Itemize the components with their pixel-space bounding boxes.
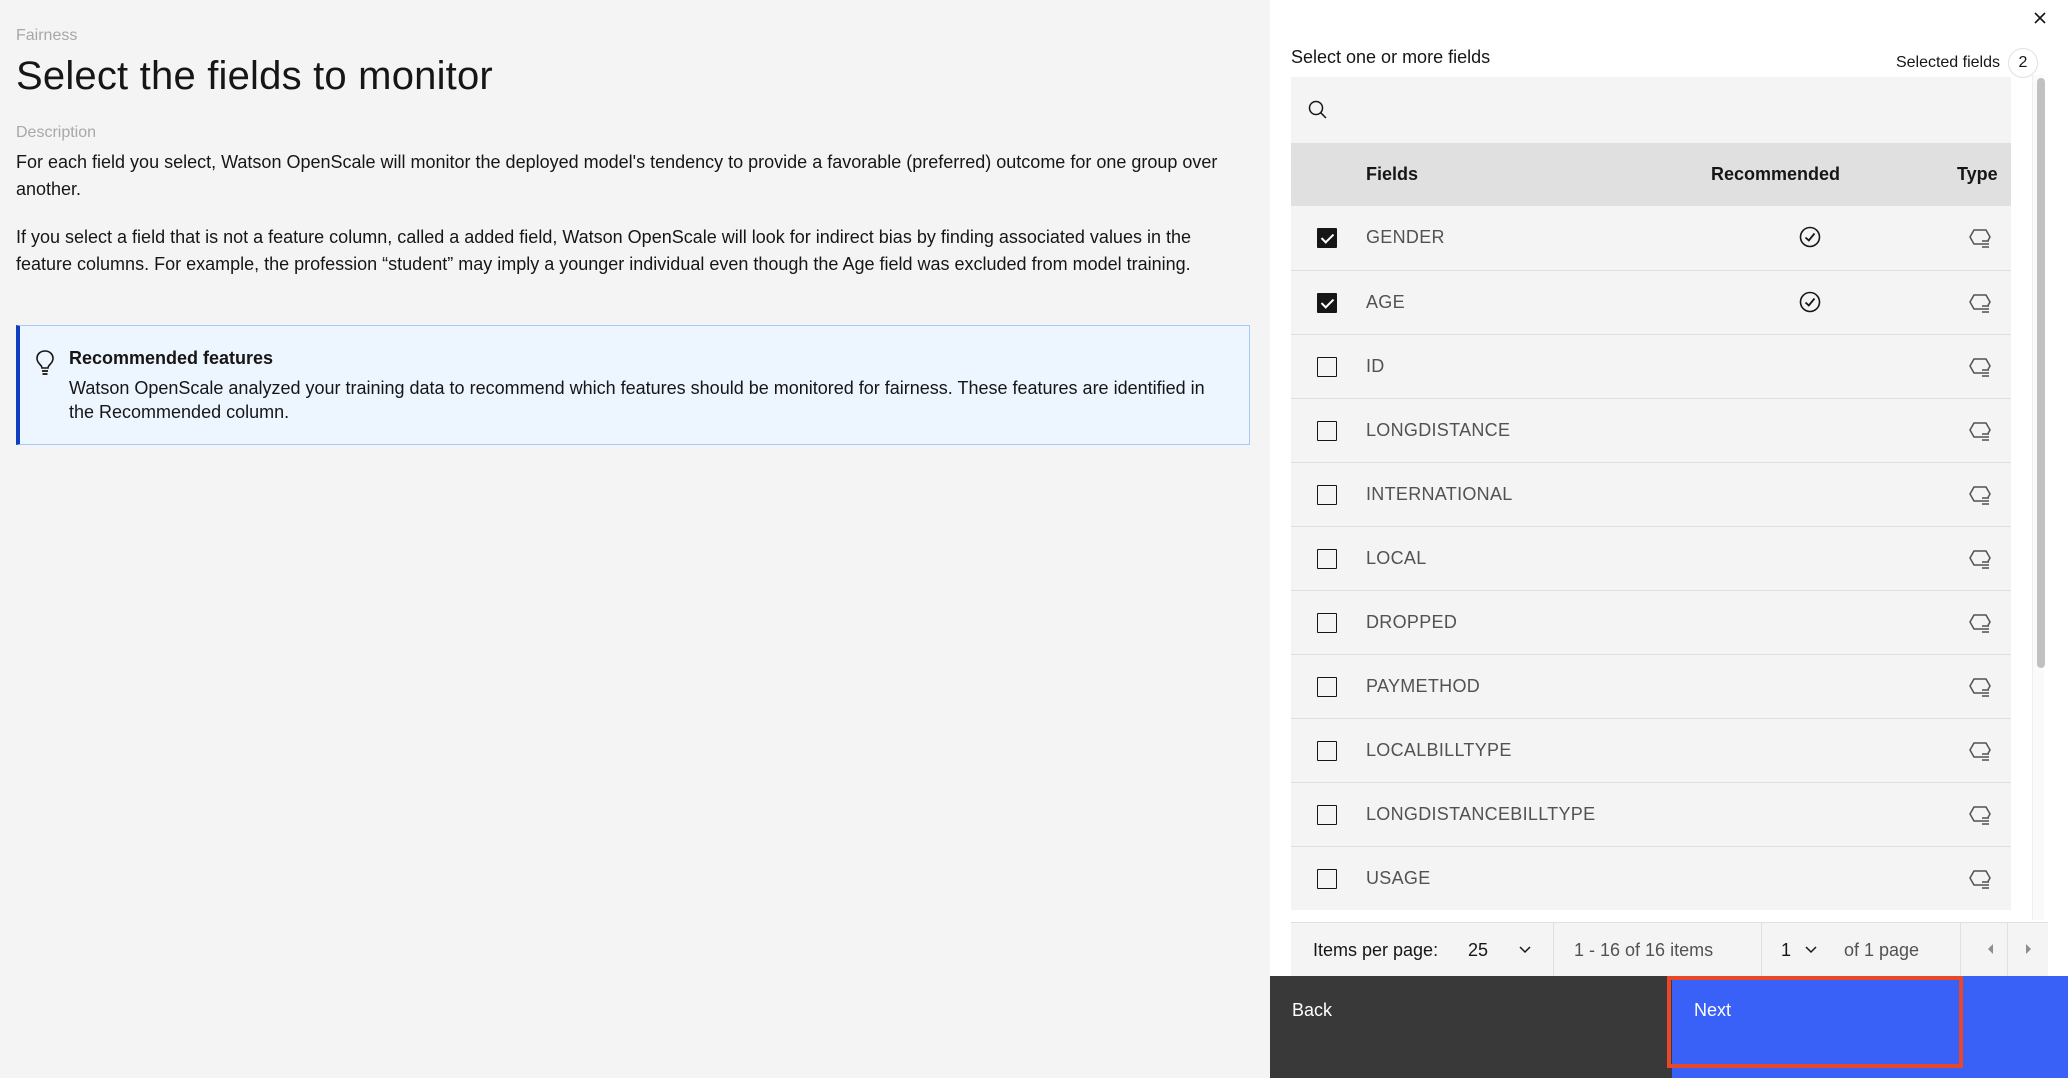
field-checkbox[interactable]: [1317, 741, 1337, 761]
categorical-type-icon: [1967, 738, 1993, 764]
search-bar: [1291, 77, 2011, 143]
divider: [1761, 923, 1762, 977]
categorical-type-icon: [1967, 290, 1993, 316]
field-name: DROPPED: [1366, 612, 1458, 632]
divider: [1553, 923, 1554, 977]
categorical-type-icon: [1967, 802, 1993, 828]
categorical-type-icon: [1967, 418, 1993, 444]
table-scrollbar-thumb[interactable]: [2037, 78, 2045, 668]
table-row[interactable]: GENDER: [1291, 206, 2011, 270]
description-label: Description: [16, 124, 97, 141]
description-paragraph-1: For each field you select, Watson OpenSc…: [16, 152, 1218, 199]
recommended-checkmark-icon: [1798, 290, 1822, 314]
table-body: GENDER AGE ID LONGDISTANCE INTERNATIONAL…: [1291, 206, 2011, 910]
caret-right-icon: [2026, 944, 2031, 954]
field-name: LOCALBILLTYPE: [1366, 740, 1512, 760]
notification-body: Watson OpenScale analyzed your training …: [69, 378, 1205, 422]
selected-fields-label: Selected fields: [1895, 54, 2000, 71]
divider: [1960, 923, 1961, 977]
table-row[interactable]: LONGDISTANCEBILLTYPE: [1291, 782, 2011, 846]
categorical-type-icon: [1967, 674, 1993, 700]
field-checkbox[interactable]: [1317, 613, 1337, 633]
next-button[interactable]: Next: [1672, 976, 2068, 1078]
field-checkbox[interactable]: [1317, 805, 1337, 825]
column-header-fields[interactable]: Fields: [1366, 164, 1418, 185]
categorical-type-icon: [1967, 225, 1993, 251]
lightbulb-icon: [34, 348, 56, 378]
close-button[interactable]: [2028, 6, 2052, 30]
back-button[interactable]: Back: [1270, 976, 1672, 1078]
categorical-type-icon: [1967, 354, 1993, 380]
caret-left-icon: [1988, 944, 1993, 954]
page-title: Select the fields to monitor: [16, 54, 493, 98]
items-range-text: 1 - 16 of 16 items: [1574, 940, 1714, 960]
field-checkbox[interactable]: [1317, 677, 1337, 697]
field-checkbox[interactable]: [1317, 357, 1337, 377]
column-header-recommended[interactable]: Recommended: [1711, 164, 1840, 185]
table-row[interactable]: DROPPED: [1291, 590, 2011, 654]
recommended-features-notification: Recommended features Watson OpenScale an…: [16, 325, 1250, 445]
select-fields-label: Select one or more fields: [1291, 47, 1491, 67]
field-name: LONGDISTANCEBILLTYPE: [1366, 804, 1596, 824]
table-header: Fields Recommended Type: [1291, 143, 2011, 206]
search-icon: [1307, 99, 1329, 121]
field-checkbox[interactable]: [1317, 421, 1337, 441]
field-checkbox[interactable]: [1317, 485, 1337, 505]
notification-title: Recommended features: [69, 348, 274, 368]
close-icon: [2034, 12, 2046, 24]
selected-fields-indicator: Selected fields 2: [1896, 48, 2038, 78]
divider: [2007, 923, 2008, 977]
search-input[interactable]: [1343, 77, 2003, 143]
categorical-type-icon: [1967, 610, 1993, 636]
pagination-bar: Items per page: 25 1 - 16 of 16 items 1 …: [1291, 922, 2048, 977]
chevron-down-icon[interactable]: [1803, 941, 1819, 957]
items-per-page-label: Items per page:: [1313, 940, 1439, 960]
table-row[interactable]: PAYMETHOD: [1291, 654, 2011, 718]
fields-table: Fields Recommended Type GENDER AGE ID LO…: [1291, 143, 2011, 921]
table-row[interactable]: LOCAL: [1291, 526, 2011, 590]
description-paragraph-2: If you select a field that is not a feat…: [16, 227, 1191, 274]
previous-page-button[interactable]: [1979, 937, 2003, 961]
field-name: PAYMETHOD: [1366, 676, 1481, 696]
field-name: INTERNATIONAL: [1366, 484, 1513, 504]
total-pages-text: of 1 page: [1844, 940, 1920, 960]
field-name: LOCAL: [1366, 548, 1427, 568]
recommended-checkmark-icon: [1798, 225, 1822, 249]
categorical-type-icon: [1967, 482, 1993, 508]
section-eyebrow: Fairness: [16, 27, 78, 44]
table-row[interactable]: INTERNATIONAL: [1291, 462, 2011, 526]
field-checkbox[interactable]: [1317, 549, 1337, 569]
table-row[interactable]: LONGDISTANCE: [1291, 398, 2011, 462]
column-header-type[interactable]: Type: [1957, 164, 1998, 185]
table-row[interactable]: LOCALBILLTYPE: [1291, 718, 2011, 782]
table-row[interactable]: USAGE: [1291, 846, 2011, 910]
selected-fields-count-badge: 2: [2008, 48, 2038, 78]
field-name: LONGDISTANCE: [1366, 420, 1511, 440]
categorical-type-icon: [1967, 546, 1993, 572]
categorical-type-icon: [1967, 866, 1993, 892]
items-per-page-select[interactable]: 25: [1468, 940, 1488, 961]
next-page-button[interactable]: [2016, 937, 2040, 961]
wizard-footer: Back Next: [1270, 976, 2068, 1078]
field-checkbox[interactable]: [1317, 869, 1337, 889]
field-name: GENDER: [1366, 227, 1445, 247]
table-row[interactable]: ID: [1291, 334, 2011, 398]
table-row[interactable]: AGE: [1291, 270, 2011, 334]
field-checkbox[interactable]: [1317, 228, 1337, 248]
field-name: AGE: [1366, 292, 1405, 312]
field-name: USAGE: [1366, 868, 1431, 888]
chevron-down-icon[interactable]: [1517, 941, 1533, 957]
fairness-config-panel: Fairness Select the fields to monitor De…: [0, 0, 1270, 1078]
field-checkbox[interactable]: [1317, 293, 1337, 313]
page-select[interactable]: 1: [1781, 940, 1791, 961]
field-name: ID: [1366, 356, 1385, 376]
field-selection-panel: Select one or more fields Selected field…: [1270, 0, 2068, 1078]
